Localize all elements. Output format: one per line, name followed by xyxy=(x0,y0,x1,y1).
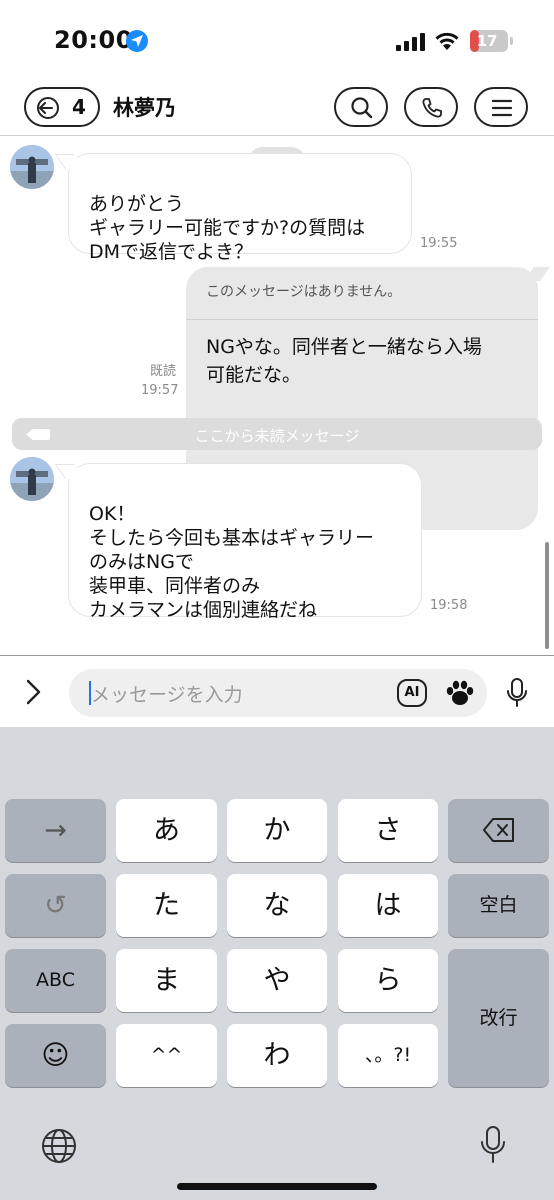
key-label: 空白 xyxy=(479,894,518,916)
key-delete[interactable] xyxy=(448,799,549,862)
unread-divider-label: ここから未読メッセージ xyxy=(194,427,360,445)
delete-icon xyxy=(482,818,514,842)
emoji-icon: ☺ xyxy=(41,1040,70,1071)
key-ka[interactable]: か xyxy=(227,799,327,862)
unread-divider: ここから未読メッセージ xyxy=(12,418,542,450)
key-ya[interactable]: や xyxy=(227,949,327,1012)
ai-button[interactable]: AI xyxy=(397,679,427,707)
battery-level: 17 xyxy=(476,32,498,50)
avatar[interactable] xyxy=(10,457,54,501)
key-label: ^^ xyxy=(150,1044,183,1066)
scrollbar[interactable] xyxy=(545,542,549,649)
message-input-bar: メッセージを入力 AI xyxy=(0,655,554,727)
key-label: わ xyxy=(263,1040,291,1071)
key-label: 改行 xyxy=(479,1007,518,1029)
key-ta[interactable]: た xyxy=(116,874,217,937)
avatar-image xyxy=(10,457,54,501)
key-label: な xyxy=(263,890,291,921)
message-text: NGやな。同伴者と一緒なら入場 可能だな。 xyxy=(206,336,482,386)
status-bar: 20:00 17 xyxy=(0,0,554,78)
message-text: ありがとう ギャラリー可能ですか?の質問は DMで返信でよき？ xyxy=(89,193,366,263)
menu-button[interactable] xyxy=(474,87,528,127)
undo-icon: ↺ xyxy=(44,890,67,921)
keyboard: → あ か さ ↺ た な は 空白 ABC ま や ら 改行 ☺ ^^ わ 、… xyxy=(0,727,554,1200)
search-icon xyxy=(351,97,373,119)
chat-header: 4 林夢乃 xyxy=(0,78,554,136)
dictation-microphone-icon[interactable] xyxy=(480,1125,506,1165)
globe-icon[interactable] xyxy=(40,1127,78,1165)
message-time: 19:55 xyxy=(420,236,458,251)
key-ma[interactable]: ま xyxy=(116,949,217,1012)
chat-title: 林夢乃 xyxy=(113,96,176,120)
key-ra[interactable]: ら xyxy=(338,949,438,1012)
chevron-right-icon[interactable] xyxy=(24,678,44,706)
key-wa[interactable]: わ xyxy=(227,1024,327,1087)
key-ha[interactable]: は xyxy=(338,874,438,937)
menu-icon xyxy=(491,99,513,117)
phone-icon xyxy=(422,98,442,118)
message-input[interactable]: メッセージを入力 AI xyxy=(69,669,487,717)
unread-count: 4 xyxy=(72,95,86,119)
key-label: は xyxy=(374,890,402,921)
home-indicator[interactable] xyxy=(177,1183,377,1190)
key-space[interactable]: 空白 xyxy=(448,874,549,937)
paw-icon[interactable] xyxy=(444,677,476,709)
key-abc[interactable]: ABC xyxy=(5,949,106,1012)
message-text: OK！ そしたら今回も基本はギャラリー のみはNGで 装甲車、同伴者のみ カメラ… xyxy=(89,503,375,621)
battery-tip xyxy=(510,37,513,45)
battery-icon: 17 xyxy=(470,30,508,52)
key-label: → xyxy=(44,815,67,846)
quote-divider xyxy=(186,319,538,320)
key-label: か xyxy=(263,815,291,846)
key-label: ま xyxy=(153,965,180,996)
key-label: 、。?! xyxy=(364,1044,412,1066)
message-time: 19:57 xyxy=(141,383,179,398)
key-a[interactable]: あ xyxy=(116,799,217,862)
message-bubble[interactable]: OK！ そしたら今回も基本はギャラリー のみはNGで 装甲車、同伴者のみ カメラ… xyxy=(68,463,422,621)
avatar[interactable] xyxy=(10,145,54,189)
key-label: ABC xyxy=(36,969,75,991)
input-placeholder: メッセージを入力 xyxy=(91,684,243,706)
key-punctuation[interactable]: 、。?! xyxy=(338,1024,438,1087)
key-arrow[interactable]: → xyxy=(5,799,106,862)
key-na[interactable]: な xyxy=(227,874,327,937)
quoted-message[interactable]: このメッセージはありません。 xyxy=(206,281,401,301)
key-undo[interactable]: ↺ xyxy=(5,874,106,937)
message-bubble[interactable]: ありがとう ギャラリー可能ですか?の質問は DMで返信でよき？ xyxy=(68,153,412,263)
key-label: た xyxy=(153,890,180,921)
search-button[interactable] xyxy=(334,87,388,127)
back-button[interactable]: 4 xyxy=(24,87,100,127)
wifi-icon xyxy=(435,32,459,50)
call-button[interactable] xyxy=(404,87,458,127)
chat-area[interactable]: 今日 ありがとう ギャラリー可能ですか?の質問は DMで返信でよき？ 19:55… xyxy=(0,137,554,655)
microphone-icon[interactable] xyxy=(505,678,529,708)
cellular-signal-icon xyxy=(396,33,425,51)
message-time: 19:58 xyxy=(430,598,468,613)
key-sa[interactable]: さ xyxy=(338,799,438,862)
key-label: ら xyxy=(374,965,402,996)
clock: 20:00 xyxy=(54,26,133,54)
back-arrow-icon xyxy=(37,97,59,119)
key-label: あ xyxy=(153,815,180,846)
avatar-image xyxy=(10,145,54,189)
read-receipt: 既読 xyxy=(150,364,177,379)
key-return[interactable]: 改行 xyxy=(448,949,549,1087)
key-label: や xyxy=(263,965,291,996)
key-emoji[interactable]: ☺ xyxy=(5,1024,106,1087)
key-kaomoji[interactable]: ^^ xyxy=(116,1024,217,1087)
location-arrow-icon xyxy=(126,30,148,52)
key-label: さ xyxy=(374,815,402,846)
